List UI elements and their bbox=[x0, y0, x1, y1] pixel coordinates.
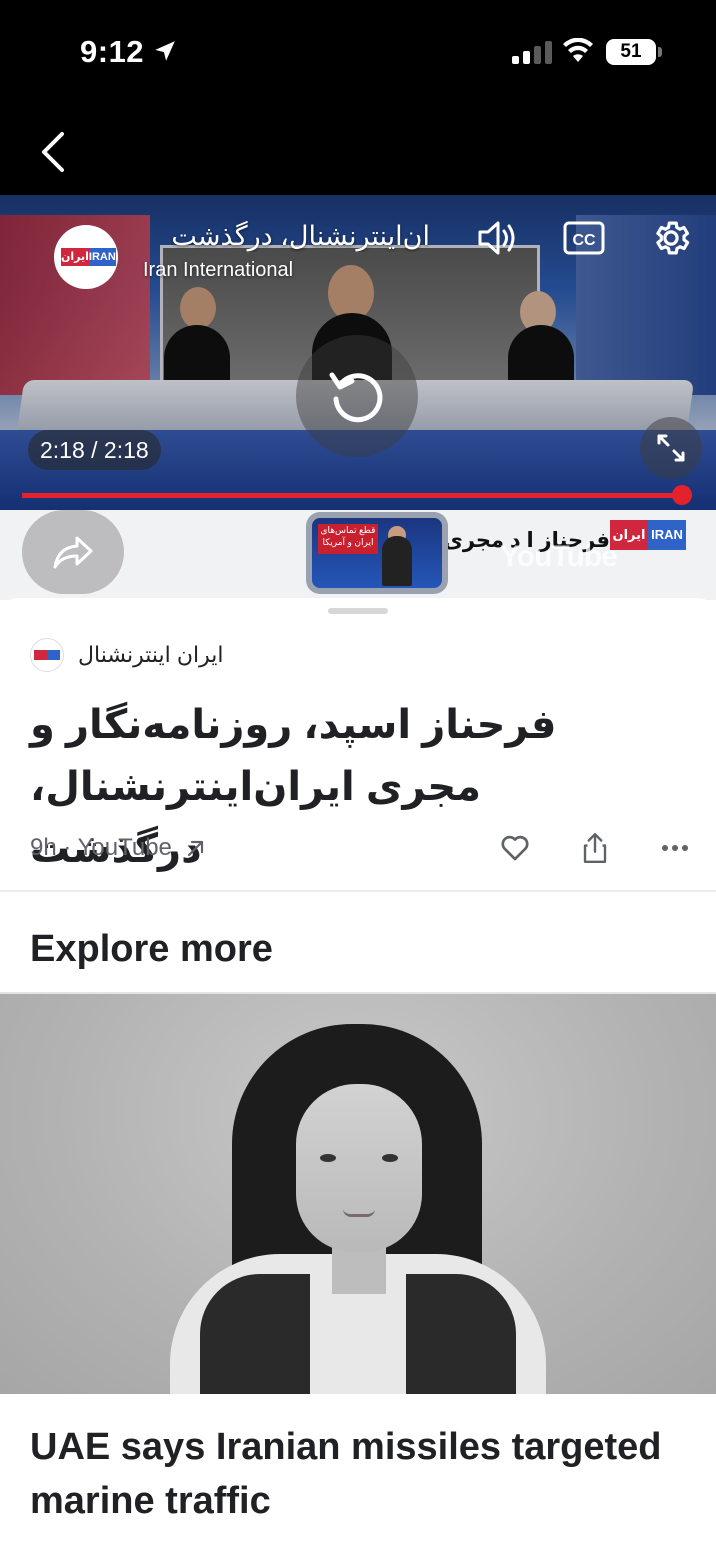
replay-button[interactable] bbox=[296, 335, 418, 457]
channel-logo[interactable]: ایران IRAN bbox=[54, 225, 118, 289]
portrait-face bbox=[296, 1084, 422, 1252]
expand-icon bbox=[657, 434, 685, 462]
thumbnail-figure bbox=[382, 536, 412, 586]
logo-text: ایران bbox=[61, 248, 89, 266]
svg-text:CC: CC bbox=[572, 232, 596, 249]
volume-icon[interactable] bbox=[474, 219, 520, 257]
source-row[interactable]: ایران اینترنشنال bbox=[30, 638, 223, 672]
thumbnail-caption: قطع تماس‌های ایران و آمریکا bbox=[318, 524, 378, 554]
status-time: 9:12 bbox=[80, 34, 145, 69]
article-sheet: ایران اینترنشنال فرحناز اسپد، روزنامه‌نگ… bbox=[0, 598, 716, 1554]
share-arrow-icon bbox=[53, 536, 93, 569]
article-meta[interactable]: 9h · YouTube bbox=[30, 834, 208, 862]
article-meta-text: 9h · YouTube bbox=[30, 834, 172, 861]
logo-text: IRAN bbox=[648, 520, 686, 550]
settings-gear-icon[interactable] bbox=[650, 217, 692, 259]
replay-icon bbox=[329, 372, 383, 423]
external-link-icon bbox=[187, 840, 204, 857]
battery-indicator: 51 bbox=[606, 39, 662, 65]
share-icon[interactable] bbox=[580, 830, 610, 866]
share-video-button[interactable] bbox=[22, 510, 124, 594]
portrait-vest bbox=[406, 1274, 516, 1394]
video-thumbnail[interactable]: قطع تماس‌های ایران و آمریکا bbox=[306, 512, 448, 594]
youtube-watermark: YouTube bbox=[500, 540, 618, 573]
like-heart-icon[interactable] bbox=[498, 830, 532, 864]
source-name: ایران اینترنشنال bbox=[78, 642, 224, 667]
fullscreen-button[interactable] bbox=[640, 417, 702, 479]
status-bar: 9:12 51 bbox=[0, 0, 716, 195]
story-image[interactable] bbox=[0, 992, 716, 1394]
closed-captions-icon[interactable]: CC bbox=[563, 221, 605, 255]
portrait-mouth bbox=[343, 1209, 375, 1217]
source-logo bbox=[30, 638, 64, 672]
sheet-grab-handle[interactable] bbox=[328, 608, 388, 614]
video-time-display: 2:18 / 2:18 bbox=[28, 430, 161, 470]
more-options-icon[interactable] bbox=[660, 842, 690, 854]
video-channel-name: Iran International bbox=[143, 259, 294, 281]
portrait-vest bbox=[200, 1274, 310, 1394]
wifi-icon bbox=[563, 38, 593, 62]
video-progress-bar[interactable] bbox=[22, 493, 682, 498]
video-scrubber-handle[interactable] bbox=[672, 485, 692, 505]
explore-more-heading: Explore more bbox=[30, 928, 273, 970]
ticker-logo: ایران IRAN bbox=[610, 520, 686, 550]
portrait-eye bbox=[320, 1154, 336, 1162]
portrait-eye bbox=[382, 1154, 398, 1162]
video-title: ان‌اینترنشنال، درگذشت bbox=[171, 221, 430, 251]
video-player[interactable]: ایران IRAN ان‌اینترنشنال، درگذشت Iran Int… bbox=[0, 195, 716, 510]
cellular-signal-icon bbox=[512, 40, 552, 64]
location-arrow-icon bbox=[155, 41, 175, 61]
story-title[interactable]: UAE says Iranian missiles targeted marin… bbox=[30, 1420, 670, 1528]
logo-text: IRAN bbox=[88, 248, 116, 266]
back-chevron-icon[interactable] bbox=[36, 130, 72, 174]
section-divider bbox=[0, 890, 716, 892]
